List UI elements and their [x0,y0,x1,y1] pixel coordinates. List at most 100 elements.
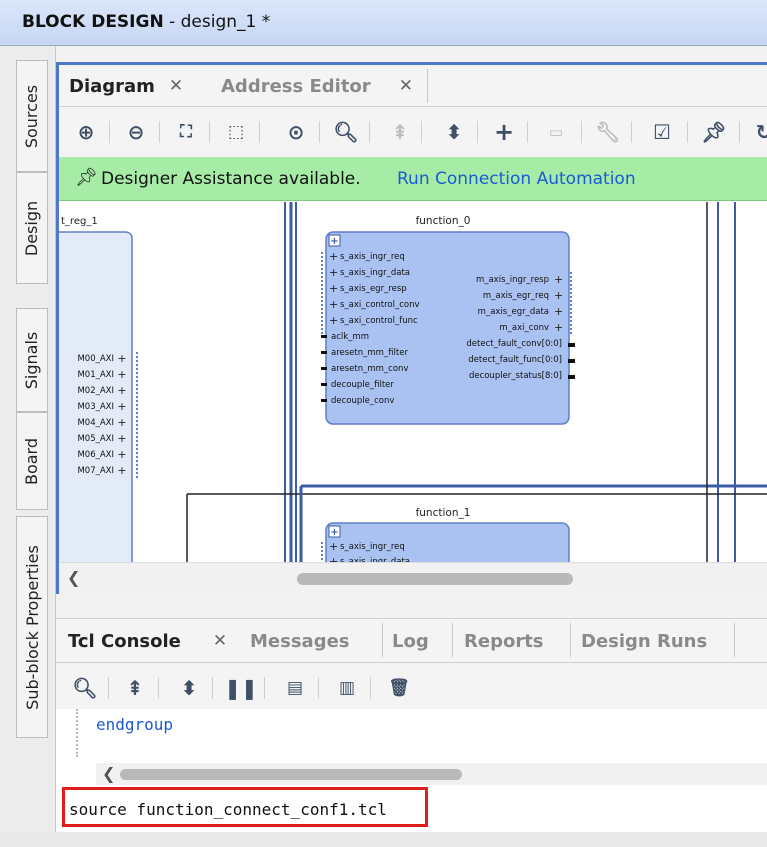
tab-diagram[interactable]: Diagram ✕ [69,65,183,107]
function-1-title: function_1 [416,507,471,519]
center-icon[interactable]: ⊙ [281,117,311,147]
designer-assistance-banner: 📌︎ Designer Assistance available. Run Co… [59,157,767,201]
pause-icon[interactable]: ❚❚ [224,673,258,703]
port-label: decouple_conv [331,396,394,406]
port-label: aresetn_mm_conv [331,364,408,374]
tab-reports[interactable]: Reports [464,619,544,663]
tab-signals[interactable]: Signals [16,308,48,412]
scrollbar-thumb[interactable] [120,769,462,780]
port-label: s_axis_ingr_req [340,542,405,552]
search-icon[interactable]: 🔍︎ [70,673,100,703]
tcl-command-input[interactable] [69,796,419,822]
svg-text:+: + [117,368,126,381]
port-label: m_axis_egr_data [478,307,549,317]
console-output: endgroup [56,709,767,763]
port-label: M05_AXI [77,434,114,444]
svg-text:+: + [554,305,563,318]
status-bar [0,832,767,847]
svg-text:+: + [117,352,126,365]
svg-text:+: + [329,250,338,263]
tab-address-editor[interactable]: Address Editor ✕ [221,65,413,107]
zoom-fit-icon[interactable]: ⛶ [171,117,201,147]
close-icon[interactable]: ✕ [213,631,227,651]
svg-text:+: + [554,321,563,334]
tab-tcl-console[interactable]: Tcl Console ✕ [68,619,227,663]
tab-board[interactable]: Board [16,412,48,510]
validate-icon[interactable]: ☑ [647,117,677,147]
refresh-icon[interactable]: ↻ [749,117,767,147]
block-diagram: t_reg_1 M00_AXI M01_AXI M02_AXI M03_AXI … [59,202,767,562]
tab-sources[interactable]: Sources [16,60,48,172]
port-label: M06_AXI [77,450,114,460]
scrollbar-thumb[interactable] [297,573,573,585]
port-label: s_axi_control_func [340,316,418,326]
add-ip-icon[interactable]: + [489,117,519,147]
svg-text:+: + [117,448,126,461]
log-line: endgroup [96,715,174,734]
svg-text:+: + [329,266,338,279]
wrench-icon[interactable]: 🔧︎ [593,117,623,147]
svg-text:+: + [329,555,338,562]
close-icon[interactable]: ✕ [399,76,413,96]
function-0-title: function_0 [416,215,471,227]
copy-icon[interactable]: ▤ [280,673,310,703]
window-title: BLOCK DESIGN - design_1 * [22,12,271,32]
expand-all-icon[interactable]: ⬍ [174,673,204,703]
svg-text:+: + [117,432,126,445]
port-label: s_axis_egr_resp [340,284,407,294]
close-icon[interactable]: ✕ [169,76,183,96]
diagram-tabs: Diagram ✕ Address Editor ✕ [59,65,767,107]
tab-design[interactable]: Design [16,172,48,284]
diagram-canvas[interactable]: t_reg_1 M00_AXI M01_AXI M02_AXI M03_AXI … [59,202,767,562]
svg-text:+: + [329,314,338,327]
zoom-in-icon[interactable]: ⊕ [71,117,101,147]
console-toolbar: 🔍︎ ⇞ ⬍ ❚❚ ▤ ▥ 🗑︎ [56,663,767,709]
port-label: decouple_filter [331,380,394,390]
port-label: M00_AXI [77,354,114,364]
run-connection-automation-link[interactable]: Run Connection Automation [397,169,636,189]
delete-icon[interactable]: 🗑︎ [384,673,414,703]
diagram-toolbar: ⊕ ⊖ ⛶ ⬚ ⊙ 🔍︎ ⇞ ⬍ + ▭ 🔧︎ ☑ 📌︎ ↻ [59,107,767,157]
pin-icon: 📌︎ [75,167,98,188]
port-label: m_axi_conv [499,323,549,333]
assistance-message: Designer Assistance available. [101,169,361,189]
port-label: m_axis_ingr_resp [476,275,549,285]
title-bar: BLOCK DESIGN - design_1 * [0,0,767,46]
svg-text:+: + [329,540,338,553]
columns-icon[interactable]: ▥ [332,673,362,703]
tab-sub-block-properties[interactable]: Sub-block Properties [16,516,48,738]
add-port-icon[interactable]: ▭ [541,117,571,147]
tcl-command-highlight [62,787,428,827]
scroll-left-icon[interactable]: ❮ [67,568,80,587]
svg-text:+: + [329,298,338,311]
collapse-all-icon[interactable]: ⇞ [385,117,415,147]
port-label: aclk_mm [331,332,369,342]
pin-icon[interactable]: 📌︎ [699,117,729,147]
collapse-all-icon[interactable]: ⇞ [120,673,150,703]
left-vertical-tabs: Sources Design Signals Board Sub-block P… [0,46,56,836]
tab-messages[interactable]: Messages [250,619,350,663]
tab-design-runs[interactable]: Design Runs [581,619,707,663]
svg-text:+: + [117,416,126,429]
port-label: M01_AXI [77,370,114,380]
console-horizontal-scrollbar[interactable]: ❮ [96,763,767,785]
port-label: decoupler_status[8:0] [469,371,562,381]
svg-text:+: + [117,464,126,477]
scroll-left-icon[interactable]: ❮ [102,764,115,783]
expand-all-icon[interactable]: ⬍ [439,117,469,147]
left-block-title: t_reg_1 [61,216,98,227]
port-label: M07_AXI [77,466,114,476]
svg-text:+: + [554,289,563,302]
diagram-horizontal-scrollbar[interactable]: ❮ [59,562,767,594]
svg-text:+: + [330,236,338,247]
zoom-area-icon[interactable]: ⬚ [221,117,251,147]
console-tabs: Tcl Console ✕ Messages Log Reports Design… [56,619,767,663]
svg-text:+: + [554,273,563,286]
port-label: s_axi_control_conv [340,300,420,310]
search-icon[interactable]: 🔍︎ [331,117,361,147]
svg-text:+: + [330,527,338,538]
port-label: s_axis_ingr_data [340,268,410,278]
zoom-out-icon[interactable]: ⊖ [121,117,151,147]
port-label: detect_fault_func[0:0] [468,355,562,365]
tab-log[interactable]: Log [392,619,429,663]
